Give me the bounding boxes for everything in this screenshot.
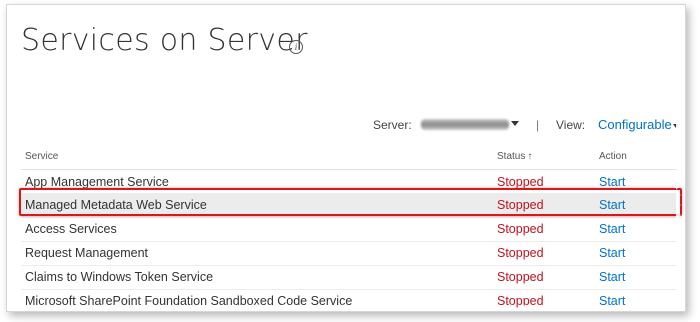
torn-edge-right	[676, 5, 685, 311]
chevron-down-icon[interactable]	[511, 121, 519, 126]
status-stopped: Stopped	[497, 270, 544, 284]
column-header-status[interactable]: Status ↑	[497, 151, 532, 162]
toolbar-separator: |	[536, 118, 540, 132]
status-stopped: Stopped	[497, 246, 544, 260]
table-row: Request Management Stopped Start	[21, 241, 677, 266]
table-row: Claims to Windows Token Service Stopped …	[21, 265, 677, 290]
highlight-box	[19, 188, 682, 216]
info-circle-icon[interactable]: i	[289, 40, 303, 54]
table-row: Access Services Stopped Start	[21, 217, 677, 242]
sort-ascending-icon: ↑	[527, 151, 533, 162]
service-name: Access Services	[25, 222, 117, 236]
start-link[interactable]: Start	[599, 270, 625, 284]
start-link[interactable]: Start	[599, 222, 625, 236]
status-stopped: Stopped	[497, 222, 544, 236]
screenshot-frame: Services on Server i Server: | View: Con…	[6, 4, 686, 312]
server-label: Server:	[373, 118, 412, 132]
start-link[interactable]: Start	[599, 246, 625, 260]
column-header-status-label: Status	[497, 151, 526, 162]
server-dropdown[interactable]	[421, 118, 519, 132]
service-name: Request Management	[25, 246, 148, 260]
view-label: View:	[556, 118, 586, 132]
torn-edge-bottom	[7, 303, 685, 311]
column-header-service[interactable]: Service	[25, 151, 58, 162]
service-name: Claims to Windows Token Service	[25, 270, 214, 284]
column-header-action: Action	[599, 151, 627, 162]
status-stopped: Stopped	[497, 175, 544, 189]
view-dropdown[interactable]: Configurable	[598, 117, 672, 133]
page-title: Services on Server	[21, 23, 308, 58]
start-link[interactable]: Start	[599, 175, 625, 189]
service-name: App Management Service	[25, 175, 169, 189]
server-value-redacted	[421, 119, 509, 130]
table-header: Service Status ↑ Action	[21, 145, 677, 170]
